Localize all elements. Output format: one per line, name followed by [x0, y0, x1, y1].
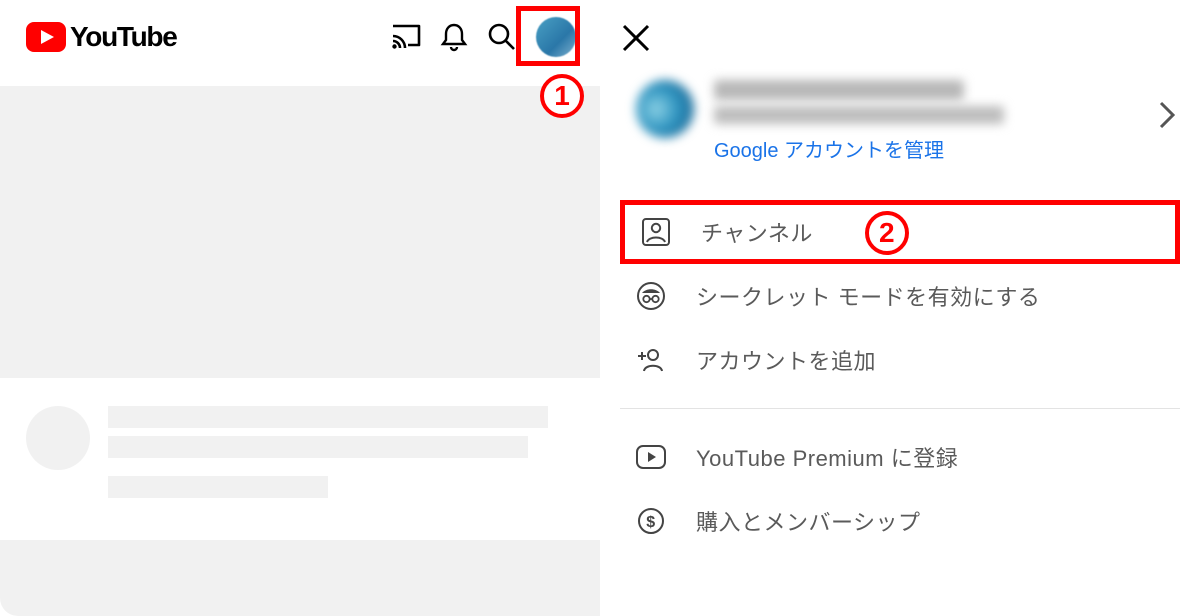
- chevron-right-icon: [1158, 100, 1176, 130]
- video-meta-skeleton: [0, 394, 600, 498]
- menu-label: 購入とメンバーシップ: [696, 505, 921, 537]
- manage-google-account-link[interactable]: Google アカウントを管理: [714, 134, 1176, 163]
- dollar-icon: $: [634, 506, 668, 536]
- skeleton-line: [108, 436, 528, 458]
- account-menu-panel: Google アカウントを管理 チャンネル 2: [600, 0, 1200, 616]
- menu-divider: [620, 408, 1180, 409]
- account-email-blurred: [714, 106, 1004, 124]
- close-button[interactable]: [612, 14, 660, 62]
- menu-label: チャンネル: [701, 216, 813, 248]
- annotation-number-1: 1: [540, 74, 584, 118]
- youtube-logo[interactable]: YouTube: [26, 21, 177, 53]
- annotation-number-2: 2: [865, 211, 909, 255]
- add-user-icon: [634, 345, 668, 375]
- menu-item-purchase[interactable]: $ 購入とメンバーシップ: [620, 489, 1180, 553]
- cast-icon: [390, 23, 422, 51]
- menu-item-incognito[interactable]: シークレット モードを有効にする: [620, 264, 1180, 328]
- search-icon: [487, 22, 517, 52]
- menu-item-premium[interactable]: YouTube Premium に登録: [620, 425, 1180, 489]
- user-icon: [639, 217, 673, 247]
- youtube-outline-icon: [634, 444, 668, 470]
- account-avatar: [636, 80, 694, 138]
- menu-label: YouTube Premium に登録: [696, 441, 958, 473]
- account-menu: チャンネル 2 シークレット モードを有効にする: [620, 200, 1180, 553]
- video-thumbnail-skeleton: [0, 86, 600, 378]
- svg-text:$: $: [646, 514, 655, 531]
- account-header[interactable]: Google アカウントを管理: [636, 80, 1176, 163]
- incognito-icon: [634, 281, 668, 311]
- channel-avatar-skeleton: [26, 406, 90, 470]
- topbar: YouTube: [0, 0, 600, 74]
- account-switch-button[interactable]: [1158, 100, 1176, 135]
- logo-text: YouTube: [70, 21, 177, 53]
- menu-item-channel[interactable]: チャンネル 2: [620, 200, 1180, 264]
- menu-label: アカウントを追加: [696, 344, 876, 376]
- menu-item-add-account[interactable]: アカウントを追加: [620, 328, 1180, 392]
- account-name-blurred: [714, 80, 964, 100]
- youtube-main-panel: YouTube: [0, 0, 600, 616]
- menu-label: シークレット モードを有効にする: [696, 280, 1040, 312]
- video-thumbnail-skeleton: [0, 540, 600, 616]
- notifications-button[interactable]: [430, 13, 478, 61]
- bell-icon: [440, 22, 468, 52]
- annotation-box-1: [516, 6, 580, 66]
- skeleton-line: [108, 476, 328, 498]
- close-icon: [619, 21, 653, 55]
- skeleton-line: [108, 406, 548, 428]
- youtube-play-icon: [26, 22, 66, 52]
- cast-button[interactable]: [382, 13, 430, 61]
